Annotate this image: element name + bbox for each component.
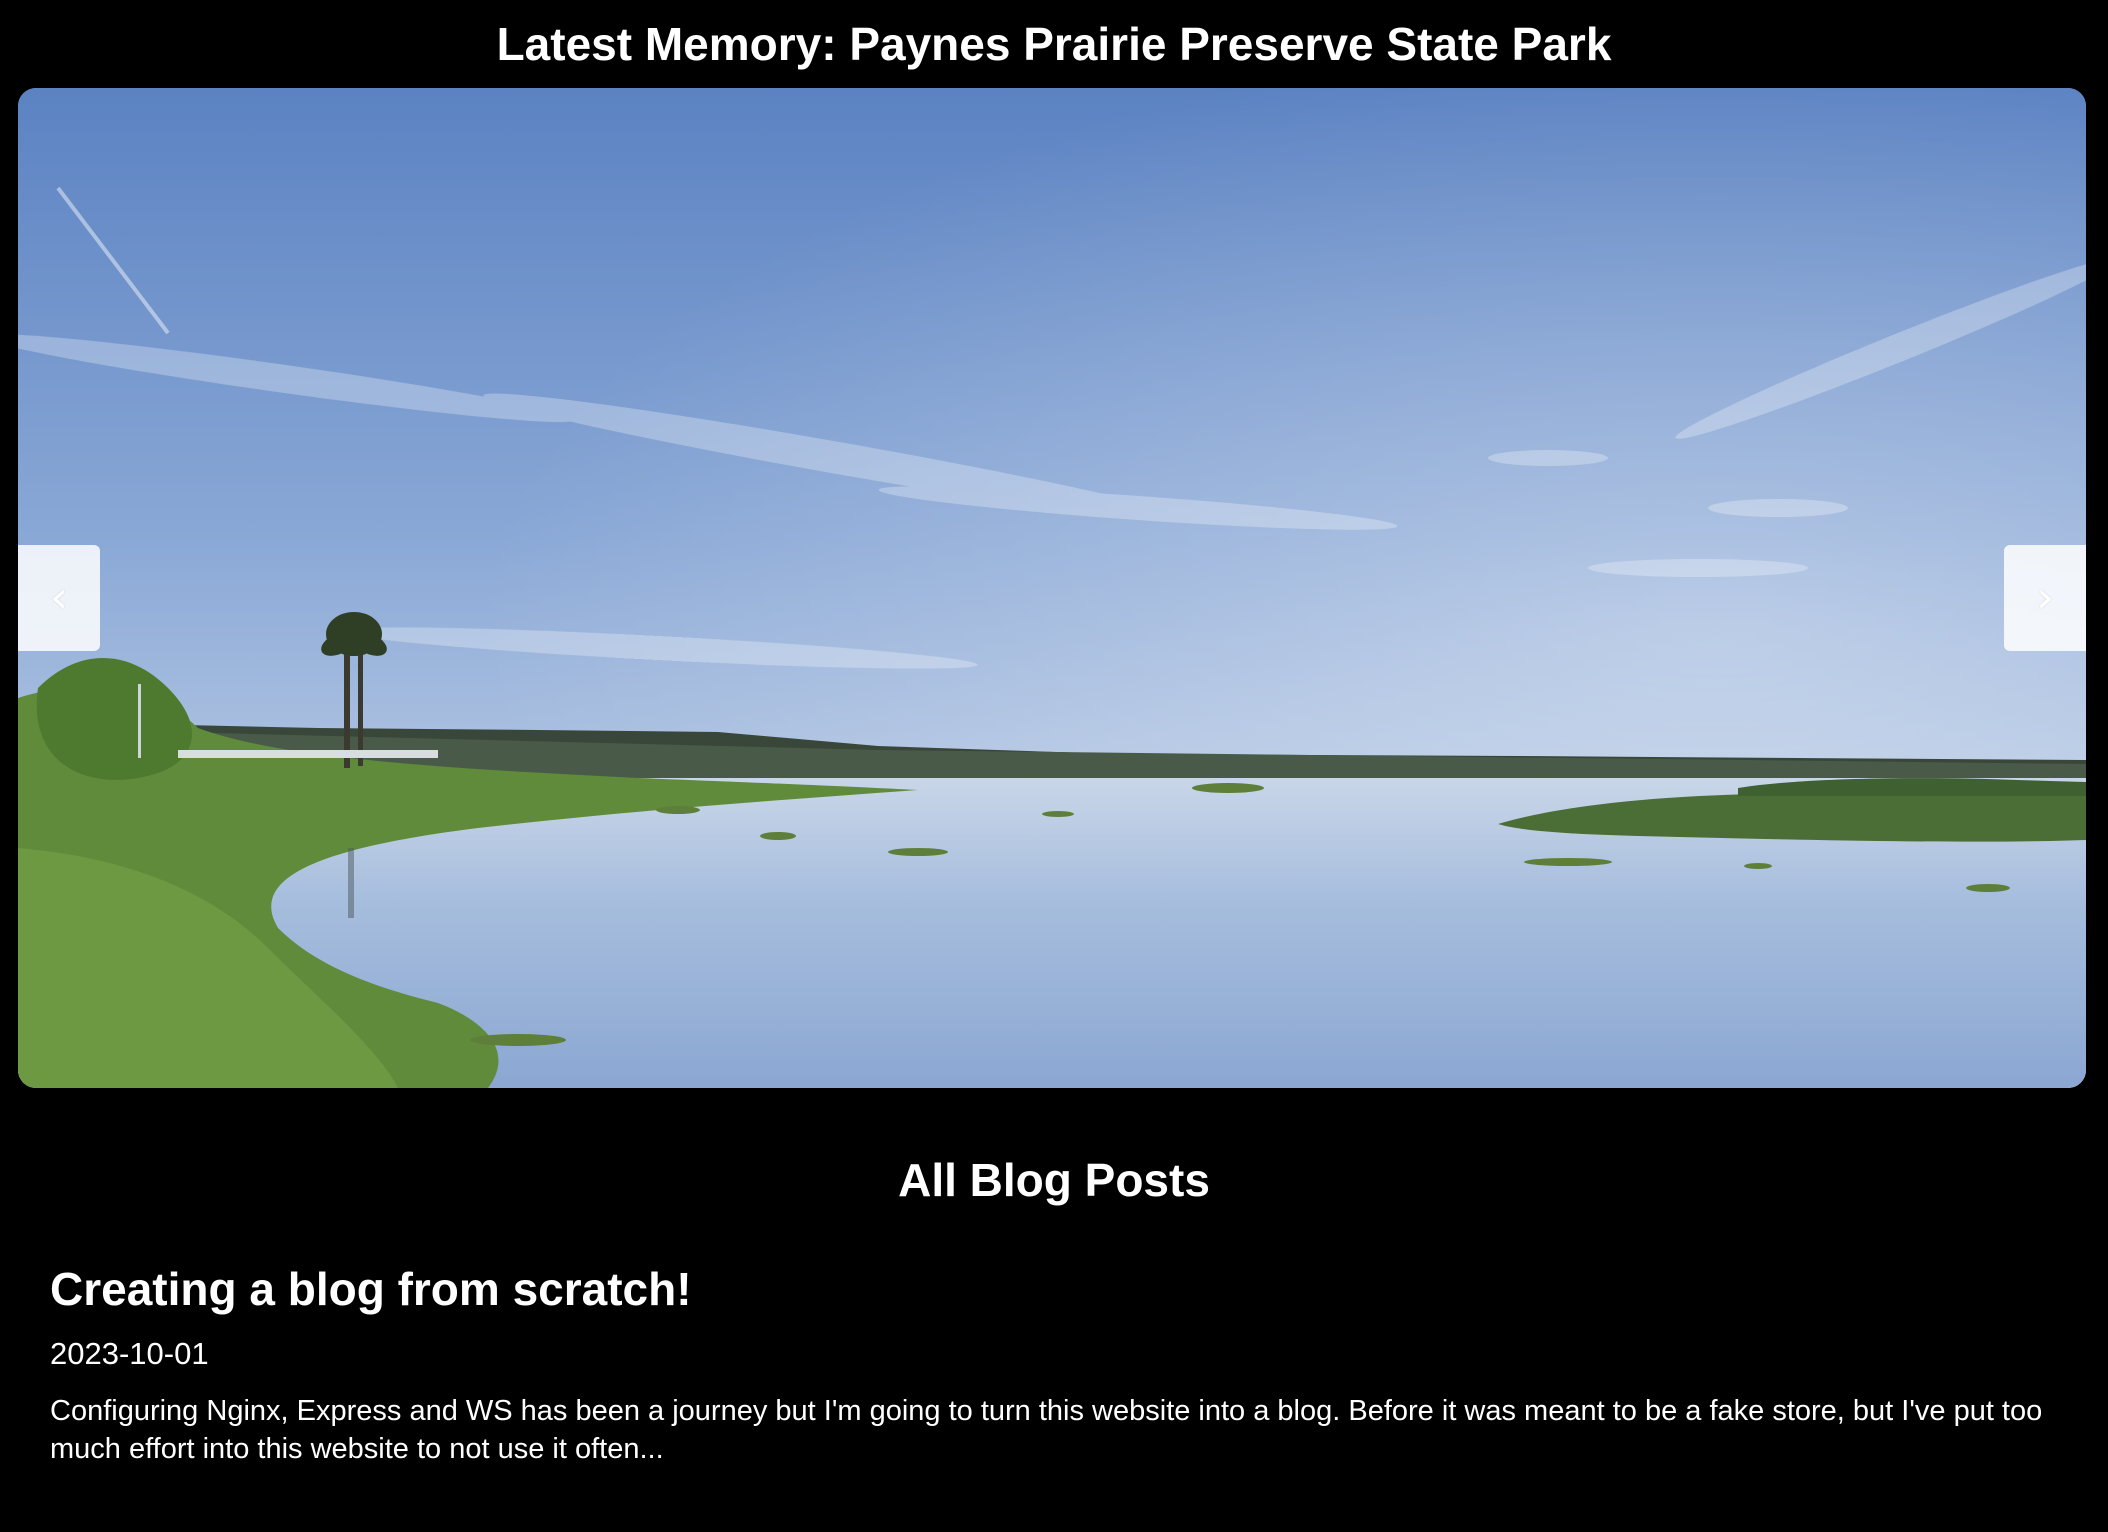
post-title[interactable]: Creating a blog from scratch! xyxy=(50,1256,2060,1322)
chevron-left-icon: ‹ xyxy=(50,572,68,623)
memory-photo xyxy=(18,88,2086,1088)
carousel-next-button[interactable]: › xyxy=(2004,545,2086,651)
page: Latest Memory: Paynes Prairie Preserve S… xyxy=(0,0,2108,1532)
chevron-right-icon: › xyxy=(2036,572,2054,623)
post-excerpt: Configuring Nginx, Express and WS has be… xyxy=(50,1395,2043,1465)
blog-post-card[interactable]: Creating a blog from scratch! 2023-10-01… xyxy=(50,1256,2060,1468)
carousel-prev-button[interactable]: ‹ xyxy=(18,545,100,651)
latest-memory-title: Latest Memory: Paynes Prairie Preserve S… xyxy=(496,18,1612,70)
memory-carousel[interactable] xyxy=(18,88,2086,1088)
blog-section-title: All Blog Posts xyxy=(898,1154,1210,1206)
post-date: 2023-10-01 xyxy=(50,1336,209,1371)
